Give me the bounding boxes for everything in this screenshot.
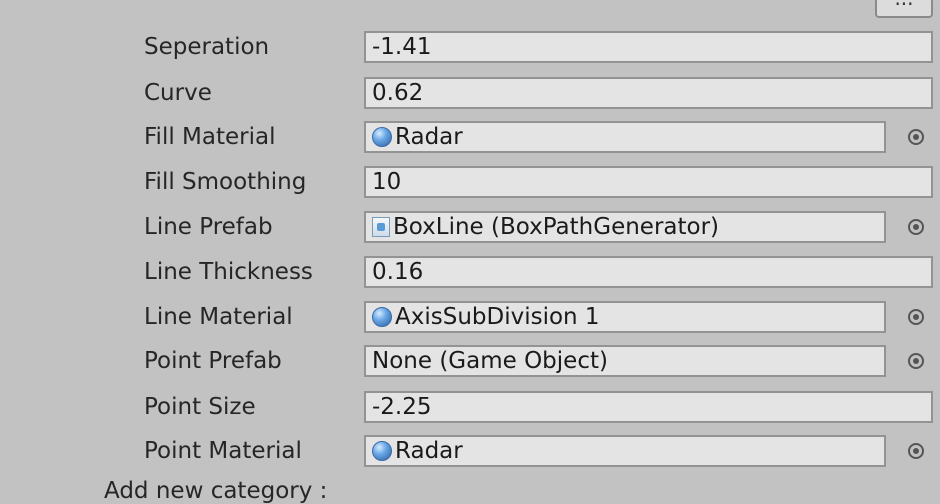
property-label: Line Material — [144, 304, 293, 330]
property-row-curve: Curve 0.62 — [0, 74, 940, 112]
object-field-value: AxisSubDivision 1 — [395, 304, 600, 330]
material-sphere-icon — [372, 441, 392, 461]
add-new-category-label: Add new category : — [104, 478, 328, 504]
line-thickness-field[interactable]: 0.16 — [364, 256, 933, 288]
property-label: Fill Smoothing — [144, 169, 307, 195]
property-row-fill-smoothing: Fill Smoothing 10 — [0, 163, 940, 201]
prefab-icon — [372, 217, 390, 237]
point-prefab-field[interactable]: None (Game Object) — [364, 345, 886, 377]
property-row-point-prefab: Point Prefab None (Game Object) — [0, 342, 940, 380]
material-sphere-icon — [372, 127, 392, 147]
seperation-field[interactable]: -1.41 — [364, 31, 933, 63]
property-row-point-size: Point Size -2.25 — [0, 388, 940, 426]
line-prefab-field[interactable]: BoxLine (BoxPathGenerator) — [364, 211, 886, 243]
panel-top-edge — [0, 0, 940, 9]
property-row-line-material: Line Material AxisSubDivision 1 — [0, 298, 940, 336]
property-label: Seperation — [144, 34, 270, 60]
material-sphere-icon — [372, 307, 392, 327]
property-label: Line Thickness — [144, 259, 313, 285]
fill-material-field[interactable]: Radar — [364, 121, 886, 153]
object-picker-icon[interactable] — [908, 353, 924, 369]
object-field-value: Radar — [395, 438, 463, 464]
object-picker-icon[interactable] — [908, 219, 924, 235]
line-material-field[interactable]: AxisSubDivision 1 — [364, 301, 886, 333]
property-row-seperation: Seperation -1.41 — [0, 28, 940, 66]
property-row-line-thickness: Line Thickness 0.16 — [0, 253, 940, 291]
object-picker-icon[interactable] — [908, 309, 924, 325]
object-picker-icon[interactable] — [908, 129, 924, 145]
object-field-value: Radar — [395, 124, 463, 150]
curve-field[interactable]: 0.62 — [364, 77, 933, 109]
property-row-fill-material: Fill Material Radar — [0, 118, 940, 156]
property-label: Fill Material — [144, 124, 276, 150]
property-row-point-material: Point Material Radar — [0, 432, 940, 470]
context-menu-button[interactable]: ... — [875, 0, 933, 18]
property-row-line-prefab: Line Prefab BoxLine (BoxPathGenerator) — [0, 208, 940, 246]
point-material-field[interactable]: Radar — [364, 435, 886, 467]
property-label: Curve — [144, 80, 212, 106]
property-label: Point Prefab — [144, 348, 282, 374]
object-field-value: BoxLine (BoxPathGenerator) — [393, 214, 720, 240]
fill-smoothing-field[interactable]: 10 — [364, 166, 933, 198]
object-field-value: None (Game Object) — [372, 348, 608, 374]
object-picker-icon[interactable] — [908, 443, 924, 459]
property-label: Point Material — [144, 438, 302, 464]
property-label: Line Prefab — [144, 214, 273, 240]
property-label: Point Size — [144, 394, 256, 420]
point-size-field[interactable]: -2.25 — [364, 391, 933, 423]
